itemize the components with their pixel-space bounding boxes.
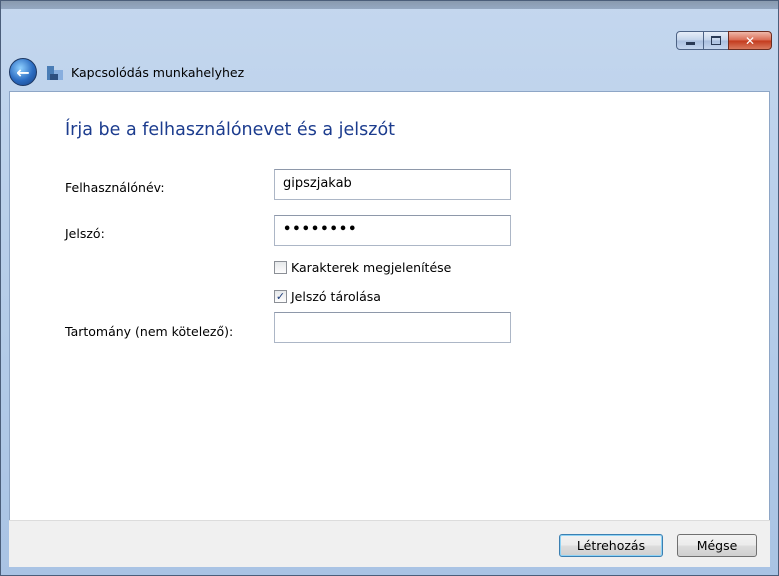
network-workplace-icon	[47, 64, 63, 80]
window-controls: ✕	[676, 31, 772, 50]
save-password-option[interactable]: ✓ Jelszó tárolása	[274, 289, 381, 304]
nav-bar: ← Kapcsolódás munkahelyhez	[9, 55, 770, 89]
close-icon: ✕	[744, 33, 756, 48]
save-password-label: Jelszó tárolása	[291, 289, 381, 304]
domain-label: Tartomány (nem kötelező):	[65, 324, 234, 339]
username-label: Felhasználónév:	[65, 180, 165, 195]
close-button[interactable]: ✕	[728, 31, 772, 50]
checkmark-icon: ✓	[275, 290, 286, 303]
maximize-button[interactable]	[703, 31, 729, 50]
dialog-window: ✕ ← Kapcsolódás munkahelyhez Írja be a f…	[0, 0, 779, 576]
minimize-button[interactable]	[676, 31, 704, 50]
create-button[interactable]: Létrehozás	[559, 534, 663, 557]
show-characters-option[interactable]: Karakterek megjelenítése	[274, 260, 451, 275]
show-characters-checkbox[interactable]	[274, 261, 287, 274]
show-characters-label: Karakterek megjelenítése	[291, 260, 452, 275]
back-arrow-icon: ←	[16, 62, 30, 82]
content-panel: Írja be a felhasználónevet és a jelszót …	[9, 91, 770, 567]
password-label: Jelszó:	[65, 226, 105, 241]
minimize-icon	[685, 42, 695, 45]
page-title: Írja be a felhasználónevet és a jelszót	[65, 120, 396, 140]
username-input[interactable]: gipszjakab	[274, 169, 511, 200]
save-password-checkbox[interactable]: ✓	[274, 290, 287, 303]
window-frame-top	[1, 1, 778, 9]
back-button[interactable]: ←	[9, 58, 37, 86]
password-input[interactable]: ••••••••	[274, 215, 511, 246]
cancel-button[interactable]: Mégse	[677, 534, 757, 557]
domain-input[interactable]	[274, 312, 511, 343]
button-bar: Létrehozás Mégse	[9, 520, 770, 567]
maximize-icon	[711, 36, 721, 45]
window-title: Kapcsolódás munkahelyhez	[71, 64, 245, 80]
